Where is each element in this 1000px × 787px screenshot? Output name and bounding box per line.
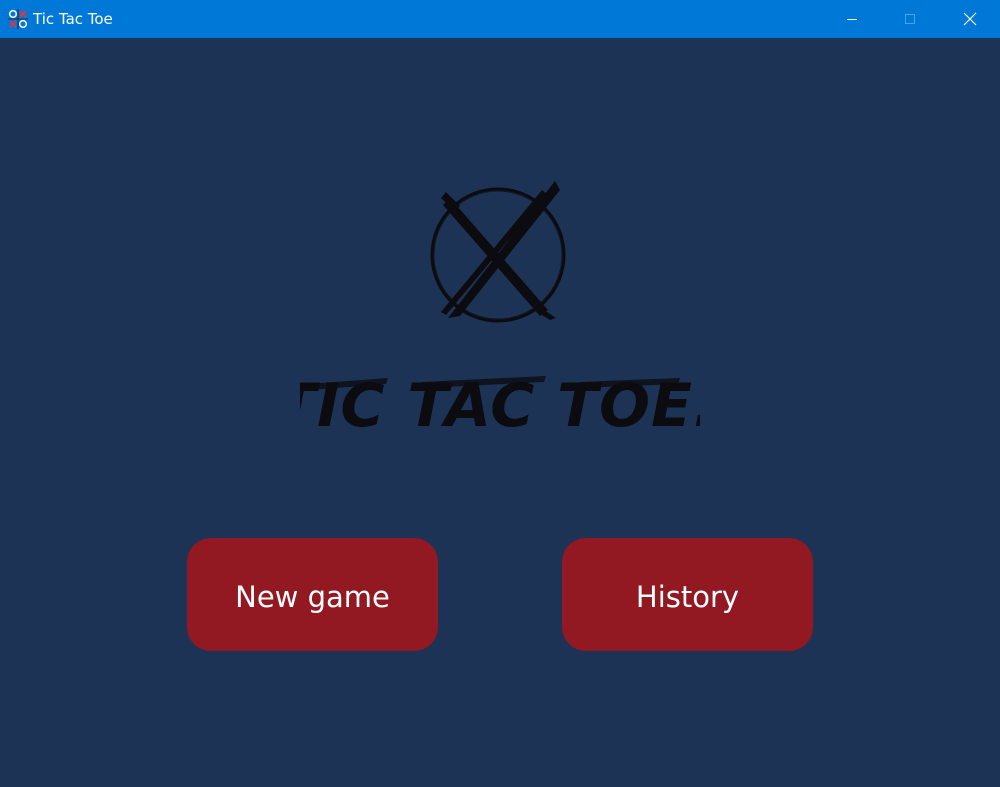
- app-window: Tic Tac Toe TIC TAC TOE. New game Histor…: [0, 0, 1000, 787]
- title-bar[interactable]: Tic Tac Toe: [0, 0, 1000, 38]
- close-button[interactable]: [940, 0, 1000, 38]
- maximize-icon: [905, 14, 915, 24]
- new-game-label: New game: [235, 579, 390, 614]
- tic-tac-toe-app-icon: [8, 9, 28, 29]
- history-label: History: [635, 579, 740, 614]
- minimize-button[interactable]: [823, 0, 881, 38]
- window-title: Tic Tac Toe: [33, 10, 113, 28]
- new-game-button[interactable]: New game: [187, 538, 438, 651]
- minimize-icon: [847, 19, 857, 20]
- close-icon: [963, 12, 977, 26]
- tic-tac-toe-logo: TIC TAC TOE.: [300, 181, 700, 441]
- history-button[interactable]: History: [562, 538, 813, 651]
- maximize-button[interactable]: [881, 0, 939, 38]
- main-menu: TIC TAC TOE. New game History: [0, 38, 1000, 787]
